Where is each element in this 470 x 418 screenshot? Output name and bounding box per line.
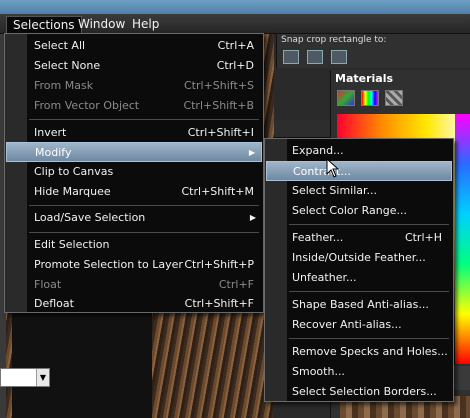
menu-item-clip-to-canvas[interactable]: Clip to Canvas [6, 162, 262, 182]
menu-item-select-similar[interactable]: Select Similar... [266, 181, 452, 201]
menu-item-label: Select None [34, 59, 101, 72]
menu-item-label: Unfeather... [292, 271, 357, 284]
menu-item-shortcut: Ctrl+Shift+M [181, 185, 255, 198]
menu-item-float[interactable]: Float Ctrl+F [6, 275, 262, 295]
menu-item-label: Select Similar... [292, 184, 378, 197]
menu-item-shortcut: Ctrl+Shift+S [184, 79, 254, 92]
menu-item-shortcut: Ctrl+Shift+I [187, 126, 254, 139]
chevron-right-icon: ▶ [249, 213, 256, 222]
menu-item-modify[interactable]: Modify ▶ [6, 142, 262, 162]
menu-item-invert[interactable]: Invert Ctrl+Shift+I [6, 123, 262, 143]
menu-item-label: Shape Based Anti-alias... [292, 298, 429, 311]
menu-item-label: Feather... [292, 231, 344, 244]
menu-item-shortcut: Ctrl+F [218, 278, 254, 291]
menu-separator [29, 119, 259, 120]
menu-item-from-mask[interactable]: From Mask Ctrl+Shift+S [6, 76, 262, 96]
menu-separator [289, 291, 449, 292]
menu-item-promote-selection-to-layer[interactable]: Promote Selection to Layer Ctrl+Shift+P [6, 255, 262, 275]
menu-item-shortcut: Ctrl+Shift+F [184, 297, 254, 310]
palette-title: Materials [335, 72, 394, 85]
window-title-strip [0, 0, 470, 14]
menu-item-label: Hide Marquee [34, 185, 111, 198]
menu-separator [289, 224, 449, 225]
menu-item-label: Recover Anti-alias... [292, 318, 402, 331]
snap-to-selection-icon[interactable] [331, 50, 347, 64]
menu-item-label: Modify [35, 146, 72, 159]
menu-item-label: Edit Selection [34, 238, 110, 251]
menu-item-label: Select All [34, 39, 86, 52]
menu-item-label: Remove Specks and Holes... [292, 345, 448, 358]
menu-item-load-save-selection[interactable]: Load/Save Selection ▶ [6, 208, 262, 228]
menu-window[interactable]: Window [72, 16, 131, 33]
menu-item-edit-selection[interactable]: Edit Selection [6, 235, 262, 255]
snap-to-canvas-icon[interactable] [283, 50, 299, 64]
swatches-tab-icon[interactable] [385, 90, 403, 106]
selections-menu: Select All Ctrl+A Select None Ctrl+D Fro… [4, 33, 264, 313]
palette-header-strip [274, 120, 330, 138]
menu-item-smooth[interactable]: Smooth... [266, 362, 452, 382]
menu-item-label: Invert [34, 126, 67, 139]
menu-item-shortcut: Ctrl+Shift+P [184, 258, 254, 271]
chevron-down-icon[interactable]: ▼ [36, 369, 49, 386]
menu-item-unfeather[interactable]: Unfeather... [266, 268, 452, 288]
modify-submenu: Expand... Contract... Select Similar... … [264, 138, 454, 402]
menu-item-label: Load/Save Selection [34, 211, 146, 224]
menu-item-expand[interactable]: Expand... [266, 141, 452, 161]
menu-item-contract[interactable]: Contract... [266, 161, 452, 181]
hue-strip[interactable] [455, 114, 470, 364]
menu-item-label: Select Selection Borders... [292, 385, 437, 398]
menu-item-label: Float [34, 278, 62, 291]
menu-help[interactable]: Help [126, 16, 165, 33]
menu-item-shortcut: Ctrl+H [404, 231, 442, 244]
menu-separator [289, 338, 449, 339]
chevron-right-icon: ▶ [248, 148, 255, 157]
rainbow-tab-icon[interactable] [361, 90, 379, 106]
menu-separator [29, 205, 259, 206]
menu-item-label: Defloat [34, 297, 74, 310]
menu-item-feather[interactable]: Feather... Ctrl+H [266, 228, 452, 248]
menu-item-label: From Vector Object [34, 99, 140, 112]
zoom-dropdown[interactable]: ▼ [0, 368, 50, 387]
menu-item-label: Select Color Range... [292, 204, 408, 217]
menu-selections[interactable]: Selections [6, 16, 82, 33]
menu-item-shortcut: Ctrl+D [216, 59, 254, 72]
tool-options-bar: Snap crop rectangle to: [276, 34, 470, 68]
menu-item-select-all[interactable]: Select All Ctrl+A [6, 36, 262, 56]
menu-item-from-vector-object[interactable]: From Vector Object Ctrl+Shift+B [6, 96, 262, 116]
snap-crop-label: Snap crop rectangle to: [281, 35, 387, 45]
menu-item-label: Promote Selection to Layer [34, 258, 183, 271]
menu-item-shape-based-anti-alias[interactable]: Shape Based Anti-alias... [266, 295, 452, 315]
menu-item-inside-outside-feather[interactable]: Inside/Outside Feather... [266, 248, 452, 268]
mouse-pointer-icon [326, 158, 340, 178]
menu-separator [29, 232, 259, 233]
menu-item-remove-specks-and-holes[interactable]: Remove Specks and Holes... [266, 342, 452, 362]
menu-item-label: Contract... [293, 165, 351, 178]
menu-item-shortcut: Ctrl+Shift+B [183, 99, 254, 112]
canvas-shadow-area [12, 300, 152, 418]
menu-bar: Selections Window Help [0, 14, 470, 34]
menu-item-label: Clip to Canvas [34, 165, 114, 178]
menu-item-label: Inside/Outside Feather... [292, 251, 426, 264]
menu-item-hide-marquee[interactable]: Hide Marquee Ctrl+Shift+M [6, 182, 262, 202]
frame-tab-icon[interactable] [337, 90, 355, 106]
menu-item-recover-anti-alias[interactable]: Recover Anti-alias... [266, 315, 452, 335]
snap-to-layer-icon[interactable] [307, 50, 323, 64]
menu-item-defloat[interactable]: Defloat Ctrl+Shift+F [6, 294, 262, 314]
menu-item-select-selection-borders[interactable]: Select Selection Borders... [266, 382, 452, 402]
menu-item-label: From Mask [34, 79, 94, 92]
menu-item-label: Smooth... [292, 365, 345, 378]
menu-item-select-color-range[interactable]: Select Color Range... [266, 201, 452, 221]
menu-item-select-none[interactable]: Select None Ctrl+D [6, 56, 262, 76]
menu-item-shortcut: Ctrl+A [217, 39, 254, 52]
